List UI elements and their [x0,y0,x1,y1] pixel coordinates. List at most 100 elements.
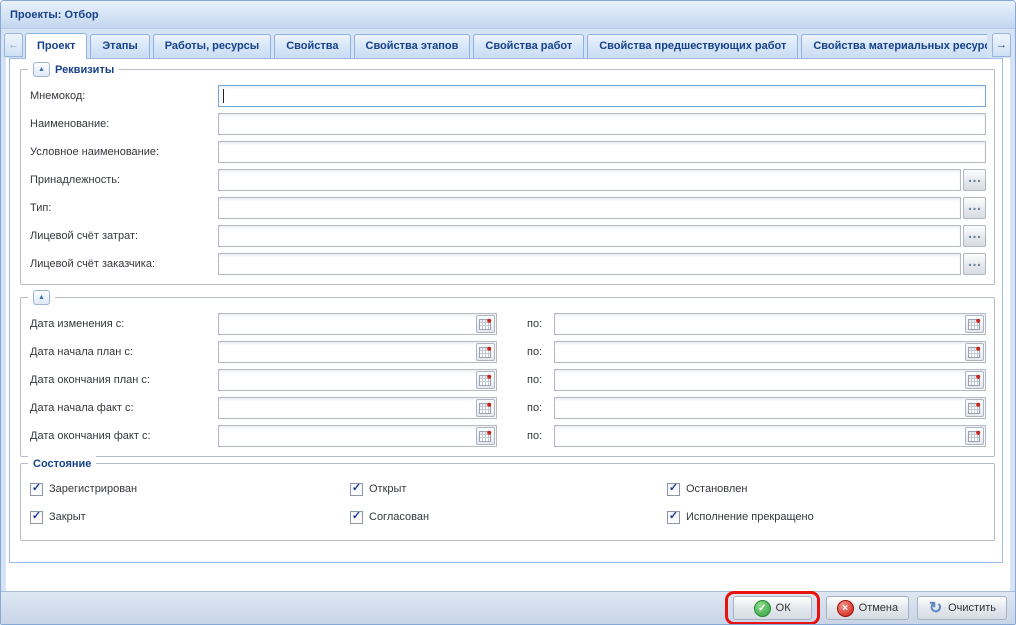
mnemonic-field [218,85,986,107]
tab-scroll-left-button[interactable]: ← [4,33,23,57]
calendar-icon [968,402,981,415]
plan-start-date-from-input[interactable] [219,342,475,362]
conditional-name-input[interactable] [218,141,986,163]
form-row: Наименование: [30,113,986,135]
fieldset-requisites-title: Реквизиты [55,64,114,76]
tab-stage-properties[interactable]: Свойства этапов [354,34,471,58]
window-titlebar[interactable]: Проекты: Отбор [1,1,1015,29]
date-row: Дата изменения с: по: [30,313,986,335]
actual-end-date-to-input[interactable] [555,426,964,446]
tab-label: Свойства материальных ресурсов [813,40,987,52]
tab-predecessor-work-properties[interactable]: Свойства предшествующих работ [587,34,798,58]
tab-stages[interactable]: Этапы [90,34,149,58]
clear-button[interactable]: ↻ Очистить [917,596,1007,620]
fieldset-state-legend: Состояние [28,455,96,472]
actual-start-date-to-calendar-button[interactable] [965,399,984,417]
plan-end-date-from-input[interactable] [219,370,475,390]
change-date-to-calendar-button[interactable] [965,315,984,333]
tab-project[interactable]: Проект [25,33,87,59]
actual-end-date-to-calendar-button[interactable] [965,427,984,445]
mnemonic-input[interactable] [218,85,986,107]
cost-account-input[interactable] [218,225,961,247]
checkbox-open[interactable]: ✓ Открыт [350,478,667,500]
cost-account-lookup-button[interactable]: … [963,225,986,247]
checkbox-registered[interactable]: ✓ Зарегистрирован [30,478,350,500]
plan-end-date-label: Дата окончания план с: [30,374,218,386]
plan-start-date-to-input[interactable] [555,342,964,362]
checkbox-execution-terminated[interactable]: ✓ Исполнение прекращено [667,506,986,528]
form-row: Принадлежность: … [30,169,986,191]
ok-button-label: ОК [776,602,791,614]
tab-work-properties[interactable]: Свойства работ [473,34,584,58]
actual-end-date-from-field [218,425,497,447]
type-label: Тип: [30,202,218,214]
cost-account-field: … [218,225,986,247]
affiliation-label: Принадлежность: [30,174,218,186]
tab-material-resource-properties[interactable]: Свойства материальных ресурсов [801,34,987,58]
change-date-from-calendar-button[interactable] [476,315,495,333]
window-title: Проекты: Отбор [10,9,99,21]
actual-start-date-from-calendar-button[interactable] [476,399,495,417]
actual-start-date-from-input[interactable] [219,398,475,418]
tab-label: Свойства предшествующих работ [599,40,786,52]
to-label: по: [527,374,542,386]
calendar-icon [479,318,492,331]
plan-end-date-to-input[interactable] [555,370,964,390]
checkbox-checked-icon: ✓ [667,511,680,524]
name-input[interactable] [218,113,986,135]
calendar-icon [479,402,492,415]
collapse-dates-button[interactable]: ▲ [33,290,50,305]
state-checkbox-grid: ✓ Зарегистрирован ✓ Открыт ✓ Остановлен … [30,478,986,528]
customer-account-field: … [218,253,986,275]
tab-works-resources[interactable]: Работы, ресурсы [153,34,271,58]
actual-end-date-from-input[interactable] [219,426,475,446]
ok-button-wrap: ✓ ОК [733,596,812,620]
cancel-button[interactable]: × Отмена [826,596,909,620]
checkbox-checked-icon: ✓ [30,483,43,496]
plan-start-date-to-calendar-button[interactable] [965,343,984,361]
footer-toolbar: ✓ ОК × Отмена ↻ Очистить [1,591,1015,624]
change-date-label: Дата изменения с: [30,318,218,330]
cost-account-label: Лицевой счёт затрат: [30,230,218,242]
ok-button[interactable]: ✓ ОК [733,596,812,620]
checkbox-approved[interactable]: ✓ Согласован [350,506,667,528]
to-label: по: [527,318,542,330]
tab-list: Проект Этапы Работы, ресурсы Свойства Св… [25,29,987,59]
plan-start-date-from-calendar-button[interactable] [476,343,495,361]
fieldset-state: Состояние ✓ Зарегистрирован ✓ Открыт ✓ О… [20,463,995,541]
type-input[interactable] [218,197,961,219]
text-caret [223,89,224,103]
change-date-from-input[interactable] [219,314,475,334]
collapse-requisites-button[interactable]: ▲ [33,62,50,77]
affiliation-lookup-button[interactable]: … [963,169,986,191]
change-date-to-input[interactable] [555,314,964,334]
tab-scroll-right-button[interactable]: → [992,33,1011,57]
form-row: Мнемокод: [30,85,986,107]
checkbox-checked-icon: ✓ [350,511,363,524]
customer-account-input[interactable] [218,253,961,275]
affiliation-input[interactable] [218,169,961,191]
plan-end-date-to-calendar-button[interactable] [965,371,984,389]
plan-end-date-from-field [218,369,497,391]
fieldset-requisites: ▲ Реквизиты Мнемокод: Наименование: Усло… [20,69,995,285]
checkbox-label: Остановлен [686,483,747,495]
type-lookup-button[interactable]: … [963,197,986,219]
tab-properties[interactable]: Свойства [274,34,350,58]
mnemonic-label: Мнемокод: [30,90,218,102]
ellipsis-icon: … [968,175,982,179]
fieldset-requisites-legend: ▲ Реквизиты [28,61,119,78]
customer-account-lookup-button[interactable]: … [963,253,986,275]
refresh-icon: ↻ [928,601,943,616]
actual-start-date-to-input[interactable] [555,398,964,418]
affiliation-field: … [218,169,986,191]
checkbox-closed[interactable]: ✓ Закрыт [30,506,350,528]
cancel-x-icon: × [837,600,854,617]
plan-end-date-from-calendar-button[interactable] [476,371,495,389]
calendar-icon [479,430,492,443]
tab-label: Свойства этапов [366,40,459,52]
checkbox-stopped[interactable]: ✓ Остановлен [667,478,986,500]
calendar-icon [479,374,492,387]
form-row: Условное наименование: [30,141,986,163]
actual-end-date-from-calendar-button[interactable] [476,427,495,445]
calendar-icon [968,374,981,387]
